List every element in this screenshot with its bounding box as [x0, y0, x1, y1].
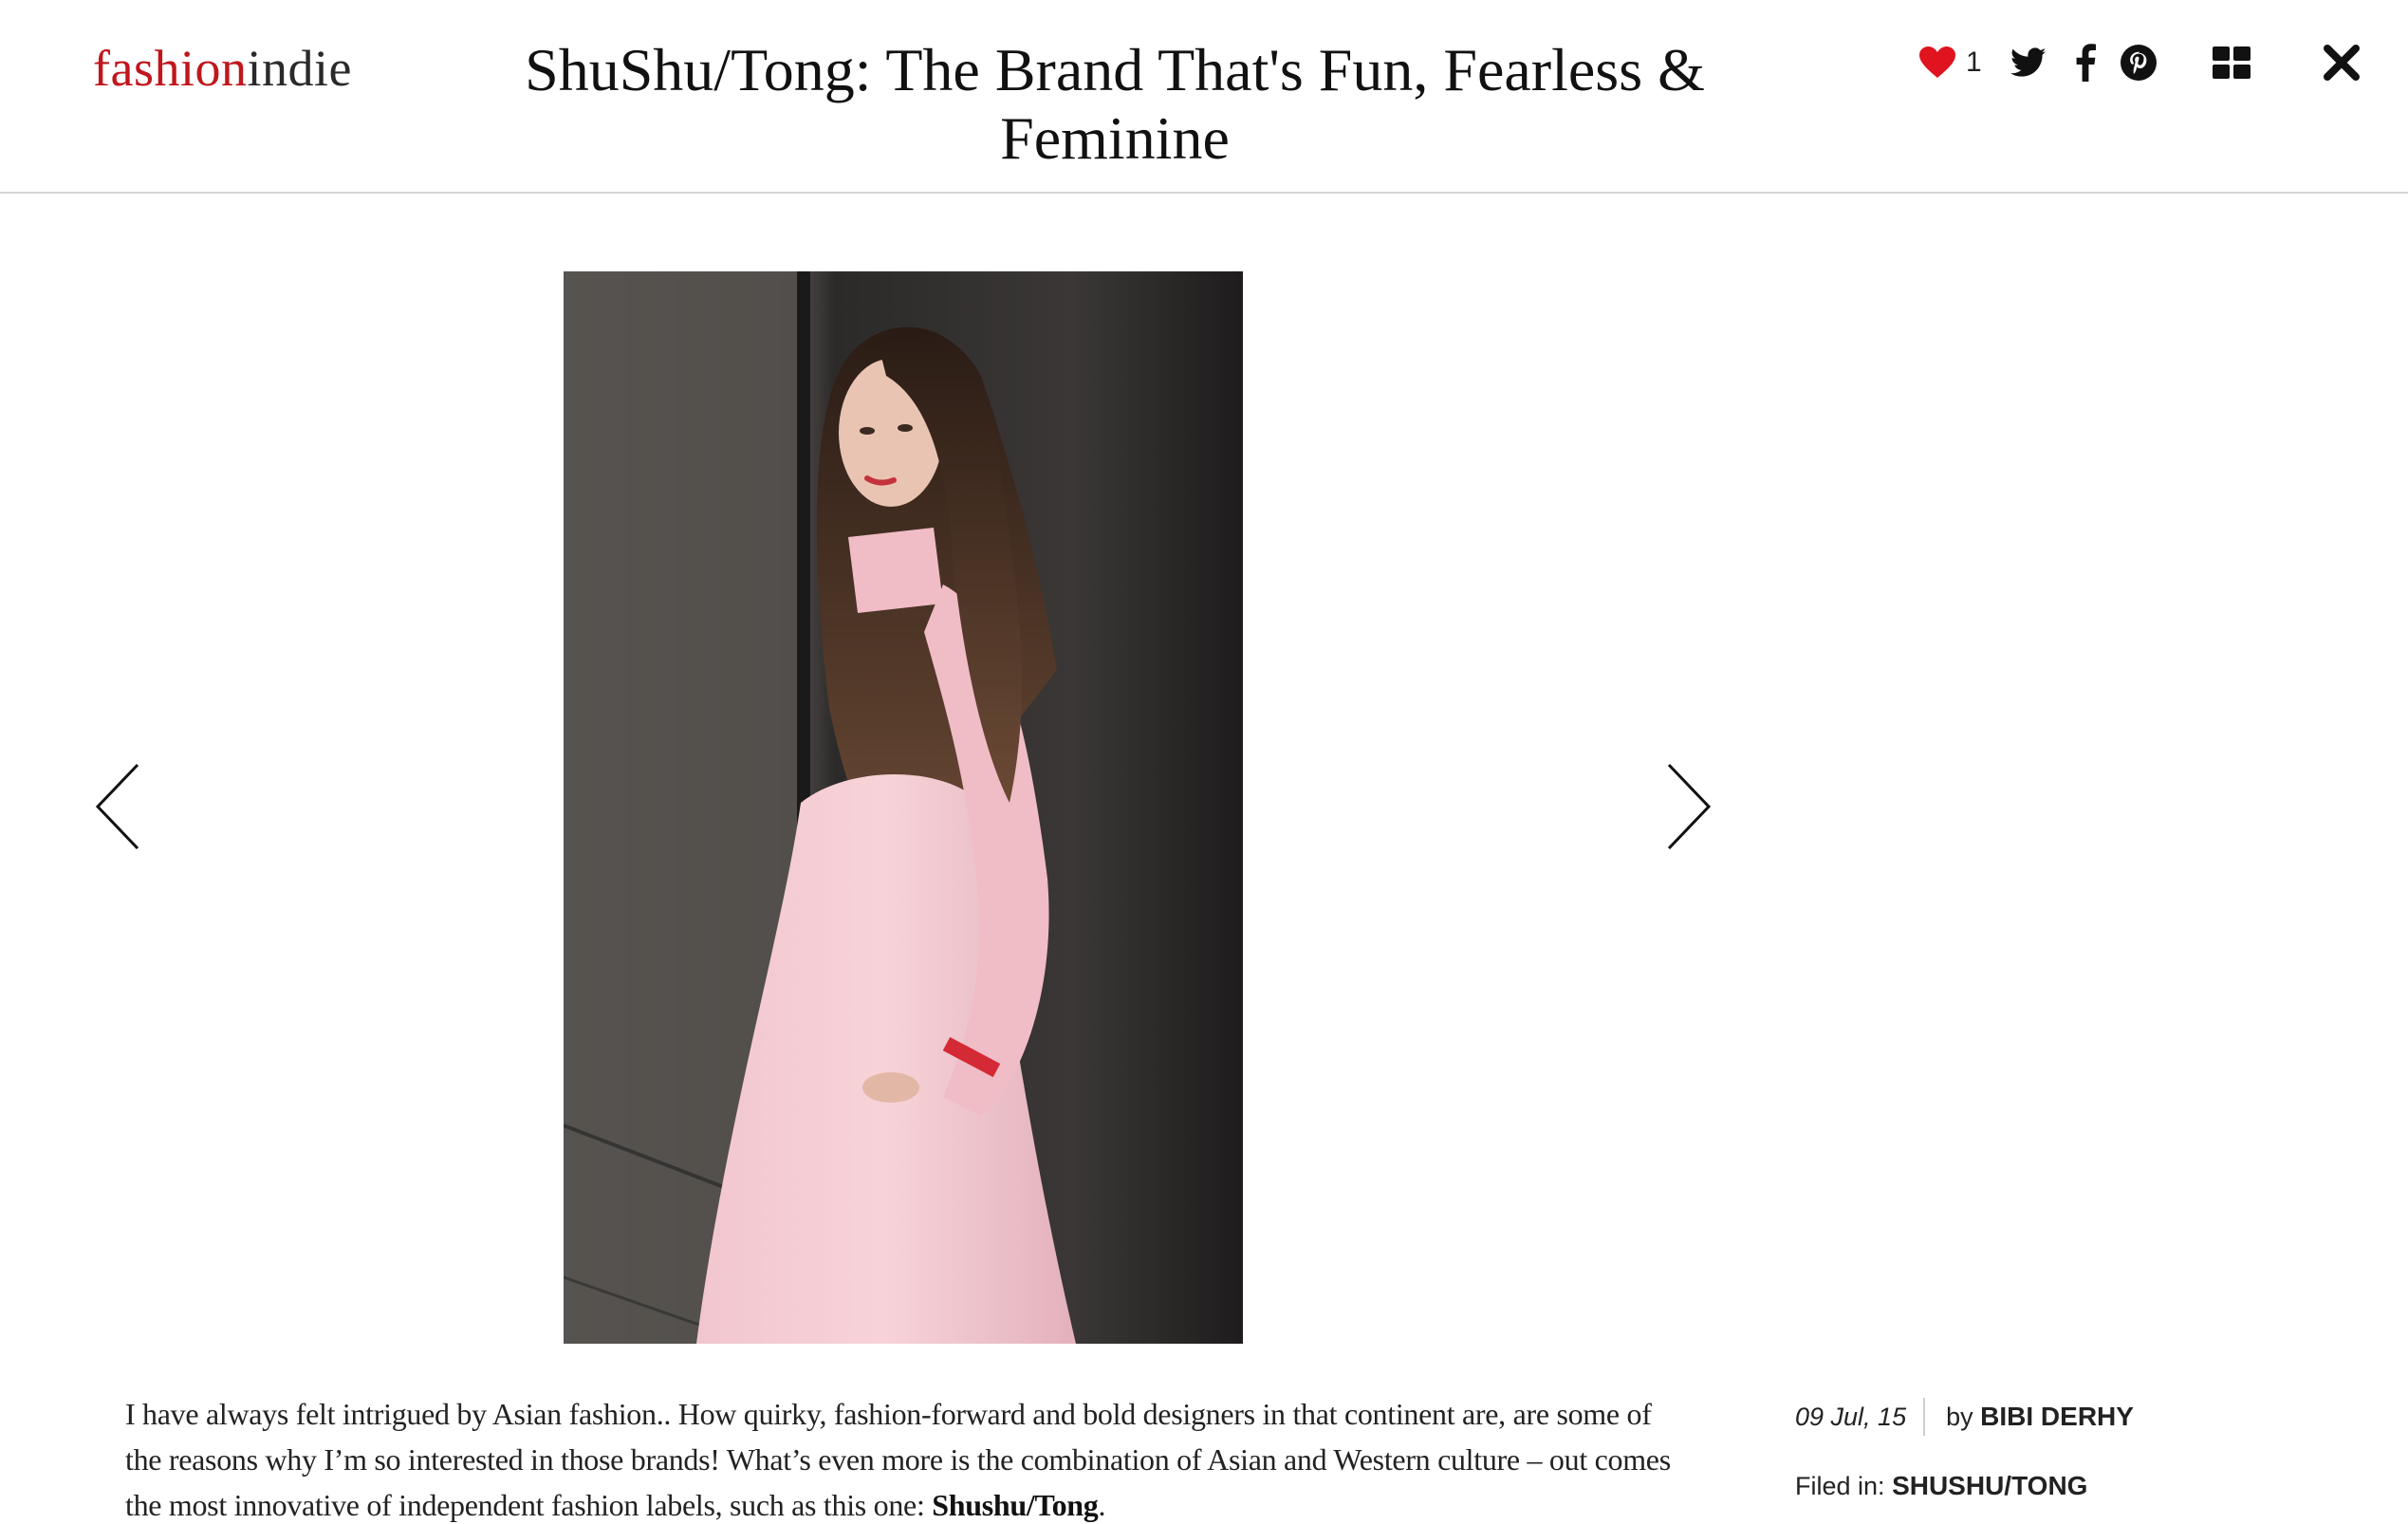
by-label: by	[1946, 1403, 1973, 1431]
publish-date: 09 Jul, 15	[1795, 1398, 1926, 1436]
slider-prev-button[interactable]	[80, 750, 156, 864]
site-header: fashionindie ShuShu/Tong: The Brand That…	[0, 0, 2408, 194]
facebook-icon	[2076, 44, 2096, 82]
grid-icon	[2213, 46, 2251, 79]
gallery-grid-button[interactable]	[2205, 36, 2258, 89]
chevron-right-icon	[1667, 763, 1712, 850]
header-actions: 1	[1915, 36, 2408, 89]
filed-label: Filed in:	[1795, 1472, 1885, 1500]
article-paragraph-text: I have always felt intrigued by Asian fa…	[125, 1397, 1671, 1522]
logo-part-indie: indie	[247, 40, 352, 97]
woman-in-pink-dress-photo	[564, 271, 1243, 1344]
twitter-icon	[2010, 47, 2047, 77]
pinterest-icon	[2121, 45, 2157, 81]
like-count: 1	[1966, 46, 1982, 78]
close-button[interactable]	[2313, 36, 2370, 89]
article-title: ShuShu/Tong: The Brand That's Fun, Fearl…	[525, 36, 1705, 172]
close-icon	[2324, 45, 2360, 81]
logo[interactable]: fashionindie	[93, 34, 352, 102]
like-button[interactable]: 1	[1918, 36, 2004, 89]
facebook-share-button[interactable]	[2059, 36, 2112, 89]
byline: by BIBI DERHY	[1925, 1402, 2134, 1432]
brand-link[interactable]: Shushu/Tong	[932, 1488, 1099, 1522]
meta-row: 09 Jul, 15 by BIBI DERHY	[1795, 1395, 2326, 1439]
filed-tag-link[interactable]: SHUSHU/TONG	[1892, 1471, 2087, 1500]
article-body: I have always felt intrigued by Asian fa…	[125, 1391, 1681, 1524]
article-paragraph: I have always felt intrigued by Asian fa…	[125, 1391, 1681, 1524]
chevron-left-icon	[95, 763, 139, 850]
twitter-share-button[interactable]	[2002, 36, 2055, 89]
author-link[interactable]: BIBI DERHY	[1980, 1402, 2134, 1431]
article-meta: 09 Jul, 15 by BIBI DERHY Filed in: SHUSH…	[1795, 1395, 2326, 1501]
slider-next-button[interactable]	[1651, 750, 1727, 864]
filed-in: Filed in: SHUSHU/TONG	[1795, 1471, 2326, 1501]
pinterest-share-button[interactable]	[2112, 36, 2165, 89]
article-paragraph-end: .	[1098, 1488, 1106, 1522]
heart-icon	[1919, 46, 1955, 78]
logo-part-fashion: fashion	[93, 40, 248, 97]
slider-image[interactable]	[564, 271, 1243, 1344]
